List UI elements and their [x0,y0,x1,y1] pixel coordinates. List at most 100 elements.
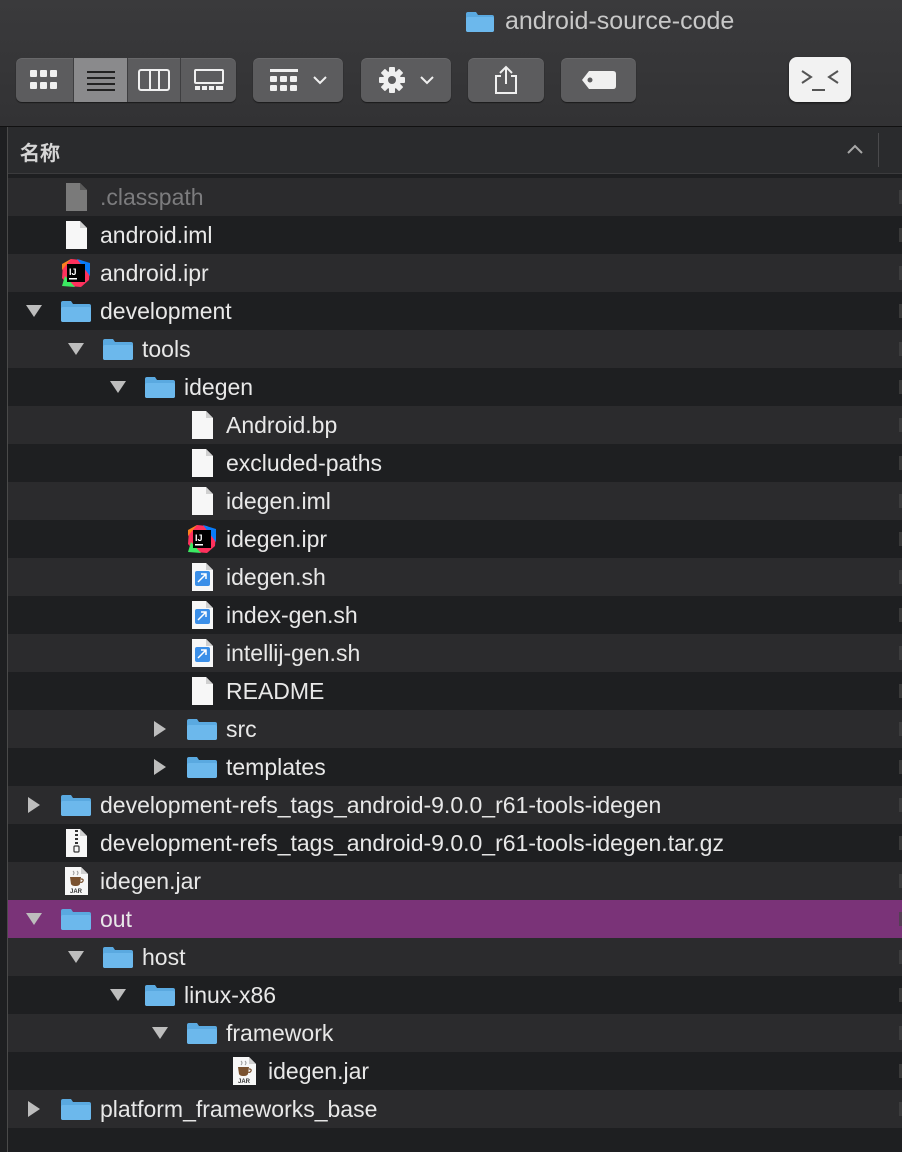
disclosure-triangle[interactable] [24,909,44,929]
list-view-button[interactable] [73,58,129,102]
row-name: android.iml [100,222,213,248]
row-icon [186,486,218,516]
gallery-view-button[interactable] [181,58,236,102]
finder-window: android-source-code 名称 .classpath androi… [0,0,902,1152]
window-edge [7,127,8,1152]
file-row[interactable]: IJ android.ipr [8,254,902,292]
file-row[interactable]: Android.bp [8,406,902,444]
file-row[interactable]: idegen.iml [8,482,902,520]
document-icon [192,411,213,439]
folder-row[interactable]: idegen [8,368,902,406]
disclosure-closed-icon [154,759,166,775]
disclosure-triangle[interactable] [150,719,170,739]
folder-row[interactable]: development-refs_tags_android-9.0.0_r61-… [8,786,902,824]
row-name: host [142,944,186,970]
file-row[interactable]: android.iml [8,216,902,254]
folder-row[interactable]: linux-x86 [8,976,902,1014]
name-column-header[interactable]: 名称 [20,137,60,166]
chevron-down-icon [313,75,327,84]
column-divider[interactable] [878,133,879,167]
row-name: out [100,906,132,932]
row-icon [144,980,176,1010]
row-icon [186,676,218,706]
file-list: .classpath android.iml IJ android.ipr develo… [8,178,902,1128]
tag-button[interactable] [561,58,636,102]
file-row[interactable]: .classpath [8,178,902,216]
row-name: idegen.sh [226,564,326,590]
list-view-icon [86,71,115,91]
row-icon [60,904,92,934]
shell-script-icon [192,563,213,591]
terminal-button[interactable] [789,57,851,102]
row-icon [60,1094,92,1124]
folder-icon [103,947,133,968]
row-name: idegen.jar [268,1058,370,1084]
row-icon: IJ [60,258,92,288]
document-icon [192,487,213,515]
row-icon [186,1018,218,1048]
disclosure-triangle[interactable] [24,1099,44,1119]
row-name: excluded-paths [226,450,382,476]
svg-text:IJ: IJ [69,267,77,277]
folder-row[interactable]: out [8,900,902,938]
row-name: idegen.jar [100,868,202,894]
action-button[interactable] [361,58,451,102]
disclosure-closed-icon [154,721,166,737]
folder-row[interactable]: src [8,710,902,748]
row-icon [186,638,218,668]
file-row[interactable]: idegen.sh [8,558,902,596]
disclosure-open-icon [110,989,126,1001]
file-row[interactable]: JAR idegen.jar [8,862,902,900]
share-button[interactable] [468,58,544,102]
column-view-icon [138,69,171,91]
file-row[interactable]: intellij-gen.sh [8,634,902,672]
folder-row[interactable]: framework [8,1014,902,1052]
folder-row[interactable]: tools [8,330,902,368]
disclosure-triangle[interactable] [150,757,170,777]
row-icon [60,296,92,326]
gallery-view-icon [193,69,224,90]
document-icon [192,677,213,705]
folder-icon [187,719,217,740]
archive-icon [66,829,87,857]
intellij-icon: IJ [62,259,90,287]
folder-row[interactable]: platform_frameworks_base [8,1090,902,1128]
disclosure-closed-icon [28,797,40,813]
toolbar: android-source-code [0,0,902,127]
row-icon [60,220,92,250]
file-row[interactable]: development-refs_tags_android-9.0.0_r61-… [8,824,902,862]
row-icon: JAR [228,1056,260,1086]
sort-ascending-icon[interactable] [846,138,864,160]
group-by-button[interactable] [253,58,343,102]
disclosure-triangle[interactable] [24,795,44,815]
disclosure-triangle[interactable] [108,377,128,397]
disclosure-triangle[interactable] [24,301,44,321]
file-row[interactable]: index-gen.sh [8,596,902,634]
row-name: idegen [184,374,254,400]
window-title: android-source-code [465,4,734,38]
terminal-icon [801,69,839,91]
folder-icon [145,985,175,1006]
file-row[interactable]: JAR idegen.jar [8,1052,902,1090]
row-name: templates [226,754,326,780]
row-icon [102,334,134,364]
disclosure-triangle[interactable] [108,985,128,1005]
file-row[interactable]: README [8,672,902,710]
row-name: .classpath [100,184,204,210]
disclosure-triangle[interactable] [150,1023,170,1043]
column-view-button[interactable] [128,58,182,102]
file-row[interactable]: IJ idegen.ipr [8,520,902,558]
folder-row[interactable]: host [8,938,902,976]
icon-view-button[interactable] [16,58,74,102]
row-name: index-gen.sh [226,602,358,628]
intellij-icon: IJ [188,525,216,553]
svg-text:IJ: IJ [195,533,203,543]
folder-row[interactable]: development [8,292,902,330]
folder-row[interactable]: templates [8,748,902,786]
disclosure-triangle[interactable] [66,339,86,359]
row-name: src [226,716,257,742]
gear-icon [379,67,405,93]
disclosure-triangle[interactable] [66,947,86,967]
folder-icon [187,757,217,778]
file-row[interactable]: excluded-paths [8,444,902,482]
